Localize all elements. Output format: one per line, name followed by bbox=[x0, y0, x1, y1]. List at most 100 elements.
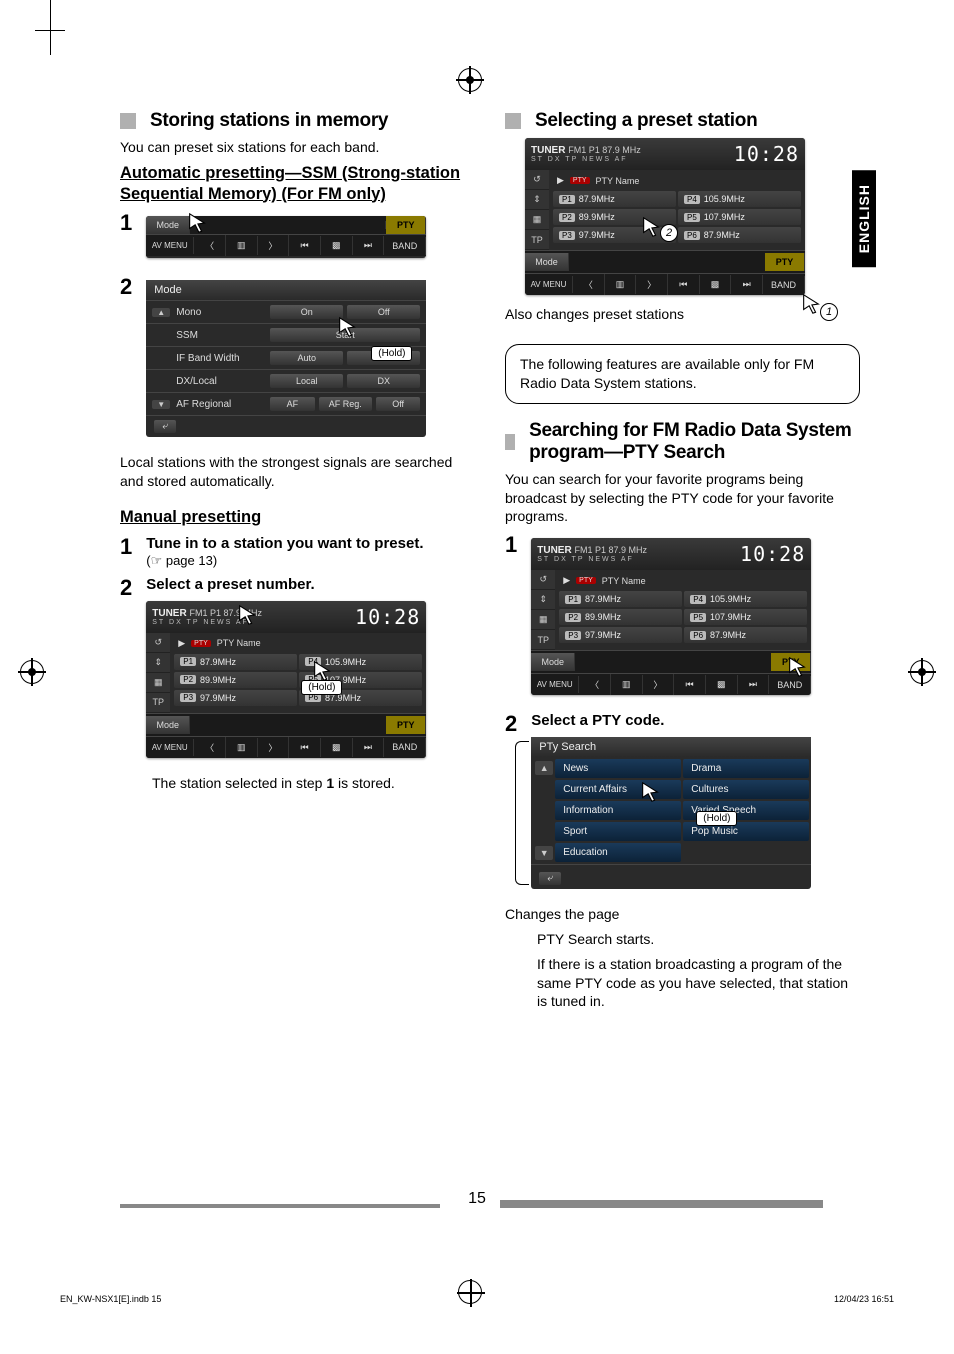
next-button[interactable]: 〉 bbox=[258, 737, 290, 758]
next-button[interactable]: 〉 bbox=[258, 235, 290, 256]
loop-arrow bbox=[515, 741, 529, 885]
skip-fwd-button[interactable]: ⏭ bbox=[353, 236, 385, 255]
manual-preset-heading: Manual presetting bbox=[120, 507, 475, 528]
avmenu-button[interactable]: AV MENU bbox=[146, 237, 194, 254]
skip-fwd-button[interactable]: ⏭ bbox=[738, 675, 770, 694]
mode-panel-title: Mode bbox=[146, 280, 426, 300]
preset-p2[interactable]: P289.9MHz bbox=[559, 609, 682, 625]
preset-p1[interactable]: P187.9MHz bbox=[174, 654, 297, 670]
seek-icon[interactable]: ⇕ bbox=[146, 653, 170, 673]
skip-back-button[interactable]: ⏮ bbox=[674, 675, 706, 694]
down-arrow-icon[interactable]: ▼ bbox=[152, 400, 170, 409]
seek-icon[interactable]: ⇕ bbox=[531, 590, 555, 610]
stop-button[interactable]: ▩ bbox=[321, 236, 353, 255]
intro-pty: You can search for your favorite program… bbox=[505, 470, 860, 527]
registration-mark bbox=[458, 68, 482, 92]
preset-p2[interactable]: P289.9MHz bbox=[174, 672, 297, 688]
repeat-icon[interactable]: ↺ bbox=[146, 633, 170, 653]
mode-row-afregional[interactable]: ▼ AF Regional AF AF Reg. Off bbox=[146, 392, 426, 415]
mode-button[interactable]: Mode bbox=[146, 716, 190, 734]
repeat-icon[interactable]: ↺ bbox=[531, 570, 555, 590]
clock: 10:28 bbox=[734, 142, 799, 166]
tuner-sub: FM1 P1 87.9 MHz bbox=[568, 145, 641, 155]
cursor-icon bbox=[236, 604, 258, 626]
pty-item[interactable]: Current Affairs bbox=[555, 780, 681, 799]
eq-icon[interactable]: ▦ bbox=[531, 610, 555, 630]
preset-p5[interactable]: P5107.9MHz bbox=[684, 609, 807, 625]
prev-button[interactable]: 〈 bbox=[579, 674, 611, 695]
seek-icon[interactable]: ⇕ bbox=[525, 190, 549, 210]
skip-fwd-button[interactable]: ⏭ bbox=[353, 738, 385, 757]
stop-button[interactable]: ▩ bbox=[321, 738, 353, 757]
stop-button[interactable]: ▩ bbox=[700, 275, 732, 294]
pty-button[interactable]: PTY bbox=[386, 716, 426, 734]
scroll-up-button[interactable]: ▲ bbox=[535, 761, 553, 775]
preset-p6[interactable]: P687.9MHz bbox=[684, 627, 807, 643]
prev-button[interactable]: 〈 bbox=[573, 274, 605, 295]
skip-fwd-button[interactable]: ⏭ bbox=[731, 275, 763, 294]
auto-outro: Local stations with the strongest signal… bbox=[120, 453, 475, 491]
preset-p5[interactable]: P5107.9MHz bbox=[678, 209, 801, 225]
preset-p3[interactable]: P397.9MHz bbox=[174, 690, 297, 706]
preset-p1[interactable]: P187.9MHz bbox=[559, 591, 682, 607]
band-button[interactable]: BAND bbox=[763, 276, 805, 294]
pty-item[interactable]: Cultures bbox=[683, 780, 809, 799]
preset-p1[interactable]: P187.9MHz bbox=[553, 191, 676, 207]
back-button[interactable]: ⤶ bbox=[146, 415, 426, 437]
mode-button[interactable]: Mode bbox=[146, 216, 190, 234]
mode-row-mono[interactable]: ▲ Mono On Off bbox=[146, 300, 426, 323]
mode-row-dxlocal[interactable]: DX/Local Local DX bbox=[146, 369, 426, 392]
tuner-label: TUNER bbox=[531, 145, 565, 156]
preset-p6[interactable]: P687.9MHz bbox=[678, 227, 801, 243]
pty-item[interactable]: Drama bbox=[683, 759, 809, 778]
eq-icon[interactable]: ▦ bbox=[525, 210, 549, 230]
list-button[interactable]: ▥ bbox=[605, 275, 637, 294]
preset-p3[interactable]: P397.9MHz bbox=[559, 627, 682, 643]
list-button[interactable]: ▥ bbox=[611, 675, 643, 694]
side-icon-bar: ↺ ⇕ ▦ TP bbox=[525, 170, 549, 250]
pty-item[interactable]: News bbox=[555, 759, 681, 778]
cursor-icon bbox=[186, 212, 208, 234]
pty-button[interactable]: PTY bbox=[765, 253, 805, 271]
callout-1: 1 bbox=[820, 303, 838, 321]
heading-storing: Storing stations in memory bbox=[150, 110, 388, 132]
up-arrow-icon[interactable]: ▲ bbox=[152, 308, 170, 317]
avmenu-button[interactable]: AV MENU bbox=[146, 739, 194, 756]
band-button[interactable]: BAND bbox=[384, 738, 426, 756]
next-button[interactable]: 〉 bbox=[643, 674, 675, 695]
repeat-icon[interactable]: ↺ bbox=[525, 170, 549, 190]
tuner-label: TUNER bbox=[537, 545, 571, 556]
side-icon-bar: ↺ ⇕ ▦ TP bbox=[531, 570, 555, 650]
skip-back-button[interactable]: ⏮ bbox=[668, 275, 700, 294]
back-button[interactable]: ⤶ bbox=[531, 864, 811, 889]
mode-button[interactable]: Mode bbox=[525, 253, 569, 271]
scroll-down-button[interactable]: ▼ bbox=[535, 846, 553, 860]
heading-pty: Searching for FM Radio Data System progr… bbox=[529, 420, 860, 464]
tp-icon[interactable]: TP bbox=[525, 230, 549, 250]
band-button[interactable]: BAND bbox=[769, 676, 811, 694]
section-title-storing: Storing stations in memory bbox=[120, 110, 475, 132]
skip-back-button[interactable]: ⏮ bbox=[289, 236, 321, 255]
mode-row-ssm[interactable]: SSM Start bbox=[146, 323, 426, 346]
list-button[interactable]: ▥ bbox=[226, 236, 258, 255]
pty-button[interactable]: PTY bbox=[386, 216, 426, 234]
prev-button[interactable]: 〈 bbox=[194, 235, 226, 256]
heading-select: Selecting a preset station bbox=[535, 110, 757, 132]
list-button[interactable]: ▥ bbox=[226, 738, 258, 757]
avmenu-button[interactable]: AV MENU bbox=[531, 676, 579, 693]
next-button[interactable]: 〉 bbox=[636, 274, 668, 295]
tp-icon[interactable]: TP bbox=[531, 630, 555, 650]
stop-button[interactable]: ▩ bbox=[706, 675, 738, 694]
eq-icon[interactable]: ▦ bbox=[146, 673, 170, 693]
preset-p4[interactable]: P4105.9MHz bbox=[684, 591, 807, 607]
preset-p4[interactable]: P4105.9MHz bbox=[678, 191, 801, 207]
band-button[interactable]: BAND bbox=[384, 237, 426, 255]
prev-button[interactable]: 〈 bbox=[194, 737, 226, 758]
tp-icon[interactable]: TP bbox=[146, 693, 170, 713]
pty-item[interactable]: Education bbox=[555, 843, 681, 862]
skip-back-button[interactable]: ⏮ bbox=[289, 738, 321, 757]
pty-item[interactable]: Information bbox=[555, 801, 681, 820]
mode-button[interactable]: Mode bbox=[531, 653, 575, 671]
pty-item[interactable]: Sport bbox=[555, 822, 681, 841]
avmenu-button[interactable]: AV MENU bbox=[525, 276, 573, 293]
